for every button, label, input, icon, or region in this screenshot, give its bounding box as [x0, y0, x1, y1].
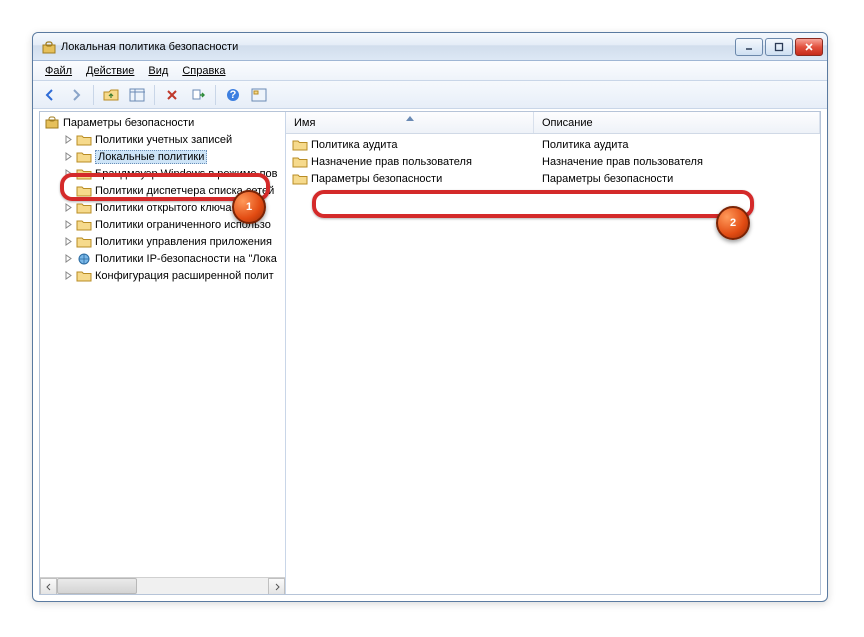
list-name-text: Политика аудита [311, 139, 397, 151]
menu-help[interactable]: Справка [176, 63, 231, 79]
tree-item[interactable]: Политики открытого ключа [40, 199, 285, 216]
tree-item[interactable]: Конфигурация расширенной полит [40, 267, 285, 284]
list-row[interactable]: Параметры безопасности Параметры безопасн… [286, 170, 820, 187]
folder-icon [292, 172, 308, 186]
expander-icon[interactable] [62, 236, 74, 248]
sort-asc-icon [406, 113, 414, 125]
export-button[interactable] [187, 84, 209, 106]
folder-icon [76, 167, 92, 181]
toolbar: ? [33, 81, 827, 109]
menu-file[interactable]: Файл [39, 63, 78, 79]
expander-icon[interactable] [62, 202, 74, 214]
tree-item-label: Политики диспетчера списка сетей [95, 185, 274, 197]
list-name-text: Параметры безопасности [311, 173, 442, 185]
list-body[interactable]: Политика аудита Политика аудита Назначение… [286, 134, 820, 594]
list-cell-desc: Параметры безопасности [534, 173, 820, 185]
folder-icon [292, 155, 308, 169]
column-name[interactable]: Имя [286, 112, 534, 133]
folder-icon [76, 218, 92, 232]
folder-icon [76, 235, 92, 249]
expander-icon[interactable] [62, 270, 74, 282]
tree-item-label: Политики открытого ключа [95, 202, 231, 214]
scroll-thumb[interactable] [57, 578, 137, 594]
back-button[interactable] [39, 84, 61, 106]
list-cell-desc: Политика аудита [534, 139, 820, 151]
horizontal-scrollbar[interactable] [40, 577, 285, 594]
toolbar-separator [215, 85, 216, 105]
list-pane: Имя Описание Политика аудитаПолитика ауд… [286, 112, 820, 594]
tree-item-label: Политики IP-безопасности на "Лока [95, 253, 277, 265]
tree-item[interactable]: Политики управления приложения [40, 233, 285, 250]
list-name-text: Назначение прав пользователя [311, 156, 472, 168]
list-cell-name: Параметры безопасности [286, 172, 534, 186]
expander-icon[interactable] [62, 219, 74, 231]
scroll-right-button[interactable] [268, 578, 285, 594]
help-button[interactable]: ? [222, 84, 244, 106]
scroll-left-button[interactable] [40, 578, 57, 594]
titlebar[interactable]: Локальная политика безопасности [33, 33, 827, 61]
tree-item-label: Локальные политики [95, 150, 207, 164]
menu-view[interactable]: Вид [142, 63, 174, 79]
folder-icon [76, 184, 92, 198]
tree-item[interactable]: Политики диспетчера списка сетей [40, 182, 285, 199]
security-root-icon [44, 116, 60, 130]
forward-button[interactable] [65, 84, 87, 106]
tree-item-label: Политики учетных записей [95, 134, 232, 146]
svg-text:?: ? [230, 89, 237, 101]
show-tree-button[interactable] [126, 84, 148, 106]
tree-item[interactable]: Политики IP-безопасности на "Лока [40, 250, 285, 267]
list-cell-name: Назначение прав пользователя [286, 155, 534, 169]
folder-icon [292, 138, 308, 152]
expander-icon[interactable] [62, 253, 74, 265]
folder-icon [76, 269, 92, 283]
list-header: Имя Описание [286, 112, 820, 134]
scroll-track[interactable] [57, 578, 268, 594]
tree-pane: Параметры безопасности Политики учетных … [40, 112, 286, 594]
list-row[interactable]: Политика аудита Политика аудита [286, 136, 820, 153]
tree-item-label: Политики ограниченного использо [95, 219, 271, 231]
menu-action[interactable]: Действие [80, 63, 140, 79]
maximize-button[interactable] [765, 38, 793, 56]
close-button[interactable] [795, 38, 823, 56]
folder-icon [76, 133, 92, 147]
delete-button[interactable] [161, 84, 183, 106]
content-area: Параметры безопасности Политики учетных … [39, 111, 821, 595]
expander-icon [62, 185, 74, 197]
tree[interactable]: Параметры безопасности Политики учетных … [40, 112, 285, 284]
expander-icon[interactable] [62, 151, 74, 163]
column-desc-label: Описание [542, 117, 593, 129]
tree-item[interactable]: Политики учетных записей [40, 131, 285, 148]
up-folder-button[interactable] [100, 84, 122, 106]
list-row[interactable]: Назначение прав пользователя Назначение п… [286, 153, 820, 170]
window-title: Локальная политика безопасности [61, 41, 735, 53]
menubar: Файл Действие Вид Справка [33, 61, 827, 81]
expander-icon[interactable] [62, 168, 74, 180]
properties-button[interactable] [248, 84, 270, 106]
app-icon [41, 39, 57, 55]
tree-item[interactable]: Политики ограниченного использо [40, 216, 285, 233]
tree-item[interactable]: Брандмауэр Windows в режиме пов [40, 165, 285, 182]
tree-item-label: Конфигурация расширенной полит [95, 270, 274, 282]
toolbar-separator [93, 85, 94, 105]
toolbar-separator [154, 85, 155, 105]
app-window: Локальная политика безопасности Файл Дей… [32, 32, 828, 602]
folder-icon [76, 150, 92, 164]
tree-root[interactable]: Параметры безопасности [40, 114, 285, 131]
minimize-button[interactable] [735, 38, 763, 56]
expander-icon[interactable] [62, 134, 74, 146]
column-description[interactable]: Описание [534, 112, 820, 133]
tree-item[interactable]: Локальные политики [40, 148, 285, 165]
tree-item-label: Политики управления приложения [95, 236, 272, 248]
column-name-label: Имя [294, 117, 315, 129]
list-cell-name: Политика аудита [286, 138, 534, 152]
ipsec-icon [76, 252, 92, 266]
tree-root-label: Параметры безопасности [63, 117, 194, 129]
list-cell-desc: Назначение прав пользователя [534, 156, 820, 168]
tree-item-label: Брандмауэр Windows в режиме пов [95, 168, 278, 180]
folder-icon [76, 201, 92, 215]
